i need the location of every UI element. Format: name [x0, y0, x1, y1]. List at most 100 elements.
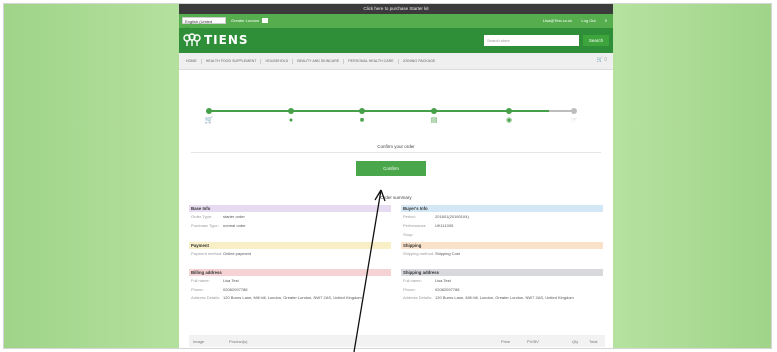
performance-shop-value: UK111005 [435, 223, 454, 228]
billing-name-value: Lisa Test [223, 278, 239, 283]
order-type-value: starter order [223, 214, 245, 219]
shipping-address-section: Shipping address Full name: Lisa Test Ph… [401, 269, 603, 311]
billing-name-label: Full name: [191, 278, 210, 283]
nav-item-home[interactable]: HOME [182, 59, 202, 64]
cart-label: 0 [604, 57, 607, 63]
logout-link[interactable]: Log Out [581, 18, 595, 23]
top-utility-bar: English (United Kingdom) Greater London … [179, 14, 613, 31]
column-header-image: Image [193, 339, 205, 344]
confirm-title: Confirm your order [377, 144, 415, 149]
region-dropdown-icon[interactable] [262, 18, 269, 24]
order-type-row: Order Type: starter order [189, 212, 391, 221]
logo-text: TIENS [204, 33, 249, 47]
tiens-logo-icon [183, 33, 201, 46]
performance-shop-row: Performance Shop: UK111005 [401, 221, 603, 237]
shipping-address-heading: Shipping address [401, 269, 603, 276]
nav-item-household[interactable]: HOUSEHOLD [261, 59, 294, 64]
order-summary-title: Order summary [380, 195, 412, 200]
payment-method-row: Payment method: Online payment [189, 249, 391, 258]
shipping-phone-row: Phone: 02082097788 [401, 285, 603, 294]
shipping-address-row: Address Details: 120 Burns Lane, Mill hi… [401, 294, 603, 311]
shipping-name-label: Full name: [403, 278, 422, 283]
cart-count-link[interactable]: 0 [605, 18, 607, 23]
base-info-heading: Base Info [189, 205, 391, 212]
billing-name-row: Full name: Lisa Test [189, 276, 391, 285]
billing-address-value: 120 Burns Lane, Mill hill, London, Great… [223, 295, 362, 300]
performance-shop-label: Performance Shop: [403, 223, 426, 237]
column-header-pvbv: PV/BV [527, 339, 539, 344]
truck-icon: ■ [359, 117, 365, 124]
step-dot-5 [506, 108, 512, 114]
check-circle-icon: ◉ [505, 117, 513, 124]
payment-heading: Payment [189, 242, 391, 249]
base-info-section: Base Info Order Type: starter order Purc… [189, 205, 391, 230]
shipping-heading: Shipping [401, 242, 603, 249]
user-email-link[interactable]: Lisa@Test.co.uk [543, 18, 572, 23]
divider [191, 152, 601, 153]
shipping-method-value: Shipping Cost [435, 251, 460, 256]
shipping-address-value: 120 Burns Lane, Mill hill, London, Great… [435, 295, 574, 300]
billing-phone-row: Phone: 02082097788 [189, 285, 391, 294]
billing-phone-value: 02082097788 [223, 287, 248, 292]
step-dot-2 [288, 108, 294, 114]
logo[interactable]: TIENS [183, 33, 249, 47]
tiens-page: Click here to purchase Starter kit Engli… [179, 4, 613, 349]
step-dot-6 [571, 108, 577, 114]
step-dot-1 [206, 108, 212, 114]
billing-address-section: Billing address Full name: Lisa Test Pho… [189, 269, 391, 311]
step-dot-3 [359, 108, 365, 114]
shipping-section: Shipping Shipping method: Shipping Cost [401, 242, 603, 258]
step-dot-4 [431, 108, 437, 114]
cart-icon: 🛒 [204, 117, 214, 124]
payment-method-label: Payment method: [191, 251, 223, 256]
search-input[interactable] [484, 35, 579, 46]
region-label: Greater London [231, 18, 260, 23]
column-header-price: Price [501, 339, 511, 344]
shipping-name-value: Lisa Test [435, 278, 451, 283]
billing-address-label: Address Details: [191, 295, 221, 300]
product-row-indicator [191, 348, 217, 349]
region-selector[interactable]: Greater London [231, 18, 269, 24]
column-header-products: Product(s) [229, 339, 248, 344]
screenshot-frame: Click here to purchase Starter kit Engli… [3, 3, 772, 349]
period-label: Period: [403, 214, 416, 219]
nav-item-personal-health[interactable]: PERSONAL HEALTH CARE [344, 59, 399, 64]
shipping-method-label: Shipping method: [403, 251, 435, 256]
billing-phone-label: Phone: [191, 287, 204, 292]
shipping-method-row: Shipping method: Shipping Cost [401, 249, 603, 258]
shipping-phone-label: Phone: [403, 287, 416, 292]
shipping-phone-value: 02082097788 [435, 287, 460, 292]
order-type-label: Order Type: [191, 214, 213, 219]
column-header-qty: Qty [572, 339, 579, 344]
billing-address-heading: Billing address [189, 269, 391, 276]
payment-section: Payment Payment method: Online payment [189, 242, 391, 258]
nav-item-health-food[interactable]: HEALTH FOOD SUPPLEMENT [202, 59, 262, 64]
nav-item-joining-package[interactable]: JOINING PACKAGE [399, 59, 440, 64]
nav-item-beauty[interactable]: BEAUTY AND SKINCARE [293, 59, 345, 64]
purchase-type-row: Purchase Type: normal order [189, 221, 391, 230]
card-icon: ▤ [430, 117, 438, 124]
promo-banner[interactable]: Click here to purchase Starter kit [179, 4, 613, 14]
purchase-type-label: Purchase Type: [191, 223, 219, 228]
products-table-header: Image Product(s) Price PV/BV Qty Total [189, 335, 605, 347]
language-select[interactable]: English (United Kingdom) [182, 17, 226, 31]
location-pin-icon: ● [288, 117, 294, 124]
shipping-name-row: Full name: Lisa Test [401, 276, 603, 285]
period-row: Period: 201601(20160104) [401, 212, 603, 221]
cart-icon: 🛒 [596, 57, 603, 63]
payment-method-value: Online payment [223, 251, 252, 256]
purchase-type-value: normal order [223, 223, 246, 228]
buyer-info-heading: Buyer's Info [401, 205, 603, 212]
progress-line-complete [209, 110, 549, 112]
cart-link[interactable]: 🛒 0 [597, 57, 607, 63]
buyer-info-section: Buyer's Info Period: 201601(20160104) Pe… [401, 205, 603, 237]
column-header-total: Total [589, 339, 598, 344]
period-value: 201601(20160104) [435, 214, 469, 219]
main-nav: HOME HEALTH FOOD SUPPLEMENT HOUSEHOLD BE… [179, 53, 613, 70]
brand-bar: TIENS Search [179, 28, 613, 53]
thumbs-up-icon: ☞ [570, 117, 578, 124]
confirm-order-button[interactable]: Confirm [356, 161, 426, 176]
shipping-address-label: Address Details: [403, 295, 433, 300]
checkout-progress: 🛒 ● ■ ▤ ◉ ☞ [179, 69, 613, 124]
search-button[interactable]: Search [583, 35, 609, 46]
